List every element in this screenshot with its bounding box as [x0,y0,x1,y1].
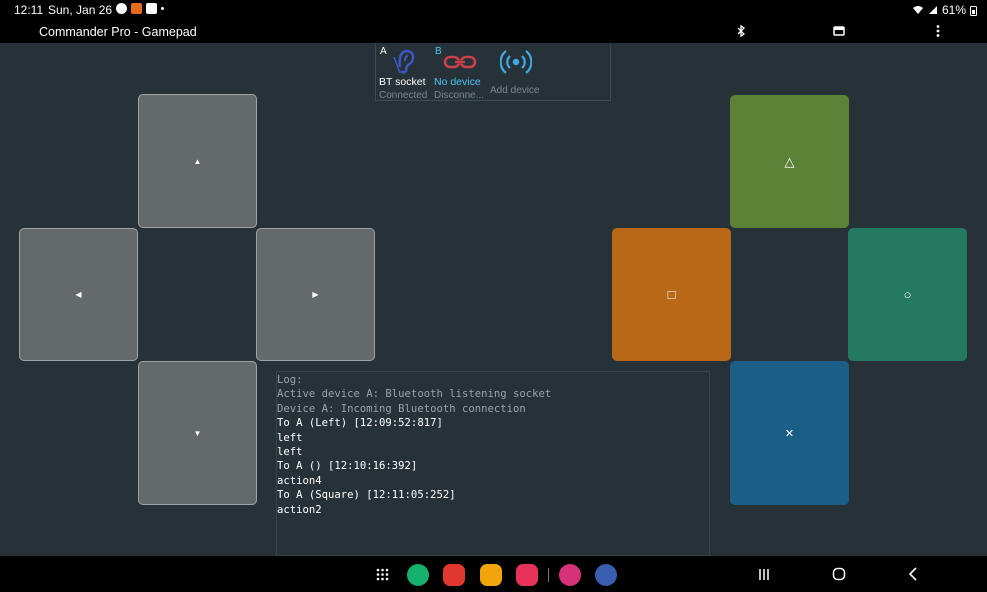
log-line: Active device A: Bluetooth listening soc… [277,388,552,401]
device-name: No device [434,76,481,88]
triangle-icon: △ [784,153,795,169]
device-b[interactable]: B No device Disconne... [431,43,487,101]
broadcast-icon [500,50,532,74]
device-panel: A BT socket Connected B No device Discon… [375,43,611,101]
add-device-label: Add device [490,85,540,96]
device-name: BT socket [379,76,426,88]
circle-icon: ○ [903,287,912,302]
log-line: Device A: Incoming Bluetooth connection [277,402,526,415]
square-button[interactable]: □ [612,228,731,361]
apps-grid-icon[interactable] [376,568,389,581]
device-status: Connected [379,90,428,101]
log-header: Log: [277,374,303,386]
device-slot-label: A [380,46,387,57]
nav-divider [548,568,549,582]
log-line: left [277,446,303,459]
status-right: 61% [912,3,977,17]
app-title: Commander Pro - Gamepad [39,25,197,39]
messenger-icon [116,3,127,14]
back-icon[interactable] [908,567,918,581]
arrow-right-icon: ▶ [312,290,319,299]
arrow-left-icon: ◀ [75,290,82,299]
cross-icon: ✕ [784,427,795,440]
arrow-down-icon: ▼ [193,428,202,438]
window-icon[interactable] [832,24,846,38]
more-vert-icon[interactable] [931,24,945,38]
log-line: To A () [12:10:16:392] [277,460,418,473]
phone-app-icon[interactable] [407,564,429,586]
log-line: To A (Left) [12:09:52:817] [277,417,443,430]
cross-button[interactable]: ✕ [730,361,849,505]
dpad-right-button[interactable]: ▶ [256,228,375,361]
status-bar: 12:11 Sun, Jan 26 61% [0,0,987,20]
bluetooth-icon[interactable] [734,24,748,38]
battery-icon [970,5,977,16]
status-date: Sun, Jan 26 [48,3,113,17]
device-slot-label: B [435,46,442,57]
dot-icon [161,7,164,10]
battery-text: 61% [941,3,966,17]
arrow-up-icon: ▲ [193,156,202,166]
triangle-button[interactable]: △ [730,95,849,228]
ear-icon [393,49,415,74]
home-icon[interactable] [832,567,846,581]
app-bar: Commander Pro - Gamepad [0,20,987,43]
gallery-icon [146,3,157,14]
status-time: 12:11 [14,3,44,17]
log-line: left [277,431,303,444]
recents-icon[interactable] [758,568,770,581]
files-app-icon[interactable] [480,564,502,586]
settings-app-icon[interactable] [595,564,617,586]
nav-bar [0,556,987,592]
square-icon: □ [667,287,676,302]
circle-button[interactable]: ○ [848,228,967,361]
dpad-up-button[interactable]: ▲ [138,94,257,228]
camera-app-icon[interactable] [516,564,538,586]
dpad-left-button[interactable]: ◀ [19,228,138,361]
notification-icons [116,3,164,14]
log-panel[interactable]: Log: Active device A: Bluetooth listenin… [276,371,710,556]
broken-link-icon [443,55,477,69]
log-line: action2 [277,503,322,516]
app-notification-icon [131,3,142,14]
device-status: Disconne... [434,90,485,101]
log-line: To A (Square) [12:11:05:252] [277,489,456,502]
flipboard-app-icon[interactable] [443,564,465,586]
signal-icon [928,6,937,14]
wifi-icon [912,6,923,14]
device-a[interactable]: A BT socket Connected [376,43,432,101]
dpad-down-button[interactable]: ▼ [138,361,257,505]
log-line: action4 [277,474,322,487]
blossom-app-icon[interactable] [559,564,581,586]
add-device-button[interactable]: Add device [487,43,547,101]
